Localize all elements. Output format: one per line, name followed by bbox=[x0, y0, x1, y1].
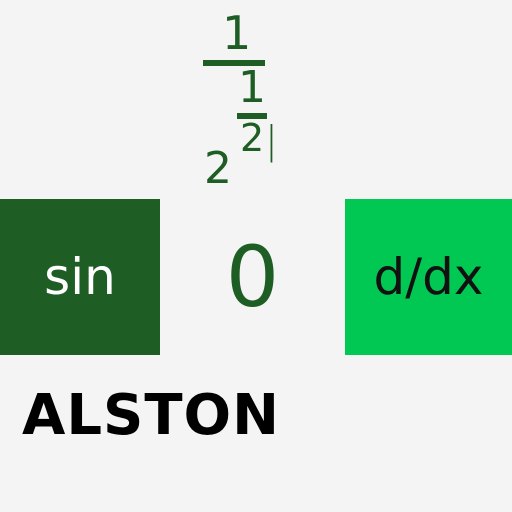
top-numerator: 1 bbox=[222, 6, 252, 60]
sin-button-label: sin bbox=[44, 248, 116, 306]
result-value: 0 bbox=[225, 228, 280, 326]
brand-name: ALSTON bbox=[22, 383, 281, 448]
base-digit: 2 bbox=[204, 143, 232, 194]
expression-display: 1 1 2 | 2 bbox=[195, 0, 315, 200]
inner-numerator: 1 bbox=[238, 62, 266, 113]
derivative-button-label: d/dx bbox=[373, 248, 484, 306]
derivative-button[interactable]: d/dx bbox=[345, 199, 512, 355]
sin-button[interactable]: sin bbox=[0, 199, 160, 355]
text-cursor: | bbox=[265, 118, 278, 162]
inner-denominator: 2 bbox=[240, 116, 265, 160]
